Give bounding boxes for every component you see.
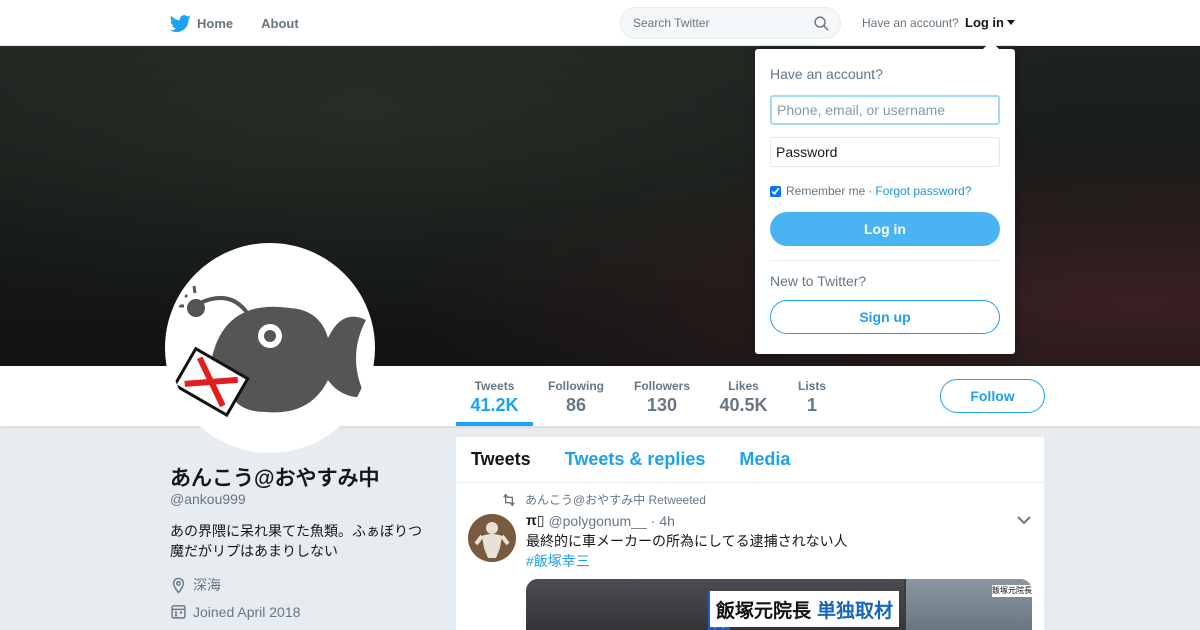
search-input[interactable] [621,8,801,38]
signup-button[interactable]: Sign up [770,300,1000,334]
password-input[interactable] [770,137,1000,167]
search-box [620,7,841,39]
profile-bio: あの界隈に呆れ果てた魚類。ふぁぼりつ 魔だがリプはあまりしない [170,521,440,561]
profile-avatar[interactable] [165,243,375,453]
twitter-bird-icon [170,14,191,32]
stat-likes[interactable]: Likes 40.5K [712,366,775,426]
have-account-text: Have an account? [862,16,959,30]
profile-bio-line: 魔だがリプはあまりしない [170,543,338,559]
media-caption-bold: 単独取材 [817,600,894,622]
tweet-hashtag[interactable]: #飯塚幸三 [526,551,590,571]
stat-value: 40.5K [719,395,768,415]
chevron-down-icon[interactable] [1017,515,1031,525]
stat-label: Lists [797,379,826,393]
remember-me-checkbox[interactable] [770,185,781,197]
stat-tweets[interactable]: Tweets 41.2K [456,366,533,426]
new-to-twitter-text: New to Twitter? [770,273,867,289]
separator: · [868,184,873,198]
stat-value: 86 [565,395,587,415]
anglerfish-avatar-image [170,248,370,448]
login-button[interactable]: Log in [770,212,1000,246]
profile-joined-text: Joined April 2018 [193,603,301,620]
caret-down-icon [1007,20,1015,25]
location-pin-icon [172,577,185,594]
tweet-item[interactable]: あんこう@おやすみ中 Retweeted π▯ @polygonum__ · 4… [456,437,1044,630]
tweet-author-name[interactable]: π▯ [526,512,544,529]
nav-left: Home About [170,0,327,46]
remember-row: Remember me · Forgot password? [770,184,971,198]
stat-label: Likes [728,379,759,393]
profile-location: 深海 [170,575,221,595]
login-dropdown: Have an account? Remember me · Forgot pa… [755,41,1015,354]
tweet-timestamp[interactable]: 4h [659,513,675,529]
tweet-media[interactable]: 独自 飯塚元院長 単独取材 飯塚元院長 [526,579,1032,630]
stat-lists[interactable]: Lists 1 [790,366,834,426]
stat-value: 1 [806,395,817,415]
figurine-avatar-image [468,514,516,562]
top-nav-bar: Home About Have an account? Log in [0,0,1200,46]
search-icon[interactable] [813,15,830,32]
tweet-text: 最終的に車メーカーの所為にしてる逮捕されない人 [526,533,848,549]
twitter-profile-page: Home About Have an account? Log in Tweet… [0,0,1200,630]
stat-value: 130 [646,395,678,415]
username-input[interactable] [770,95,1000,125]
nav-about-link[interactable]: About [261,0,299,46]
calendar-icon [171,605,186,619]
login-dropdown-toggle[interactable]: Log in [965,15,1015,30]
stat-label: Tweets [474,379,515,393]
stat-followers[interactable]: Followers 130 [627,366,697,426]
stat-label: Followers [633,379,690,393]
media-mini-caption: 飯塚元院長 [992,585,1032,597]
nav-home-label: Home [197,15,234,31]
login-label: Log in [965,15,1004,30]
forgot-password-link[interactable]: Forgot password? [875,184,971,198]
nav-about-label: About [261,15,299,31]
nav-home-link[interactable]: Home [170,0,233,46]
profile-location-text: 深海 [193,577,221,593]
profile-bio-line: あの界隈に呆れ果てた魚類。ふぁぼりつ [170,523,423,539]
profile-joined: Joined April 2018 [170,603,300,620]
remember-me-label[interactable]: Remember me [786,184,865,198]
tweet-author-avatar[interactable] [468,514,516,562]
media-caption-text: 飯塚元院長 [716,600,812,622]
tweet-header: π▯ @polygonum__ · 4h [526,512,675,529]
follow-button[interactable]: Follow [940,379,1045,413]
stat-following[interactable]: Following 86 [541,366,611,426]
dropdown-divider [770,260,1000,261]
retweet-context: あんこう@おやすみ中 Retweeted [501,491,706,508]
dropdown-title: Have an account? [770,66,883,82]
profile-handle[interactable]: @ankou999 [170,491,246,507]
retweet-icon [503,493,515,506]
stat-label: Following [548,379,604,393]
retweet-context-text: あんこう@おやすみ中 Retweeted [525,493,706,507]
media-caption: 飯塚元院長 単独取材 [710,591,900,627]
tweet-dot-separator: · [650,512,656,529]
profile-name[interactable]: あんこう@おやすみ中 [170,462,379,492]
tweet-author-handle[interactable]: @polygonum__ [548,513,646,529]
stat-value: 41.2K [470,395,519,415]
